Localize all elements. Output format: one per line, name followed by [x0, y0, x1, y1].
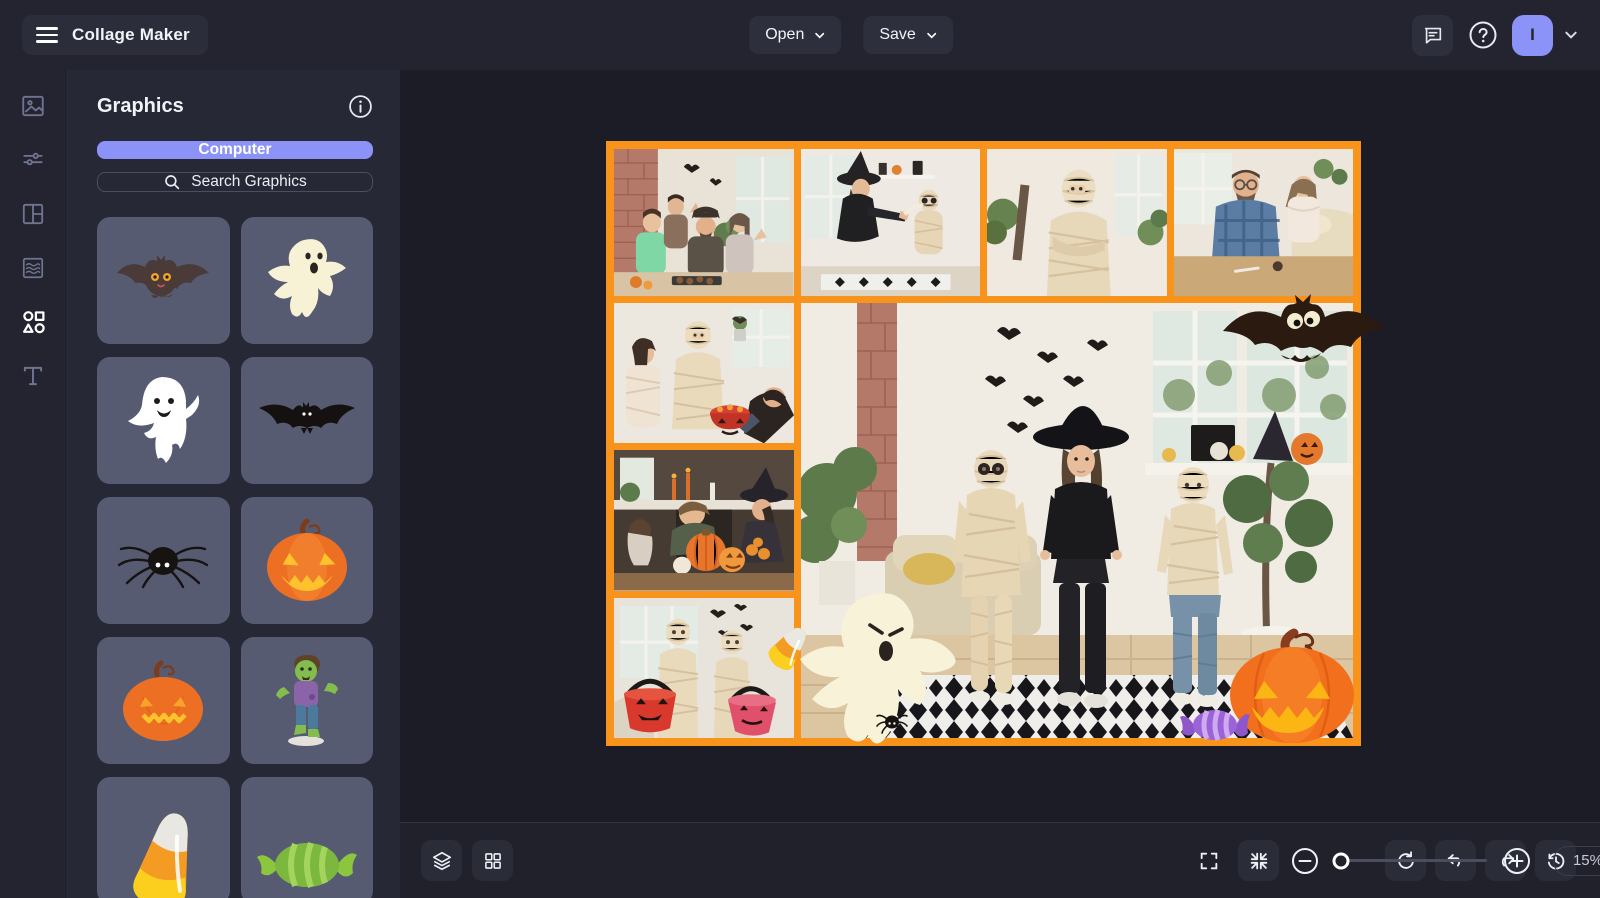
graphic-tile-green-candy[interactable] [240, 777, 373, 898]
file-actions: Open Save [749, 16, 953, 54]
computer-source-button[interactable]: Computer [97, 141, 373, 159]
help-button[interactable] [1462, 15, 1503, 56]
black-bat-icon [258, 401, 355, 434]
panel-title: Graphics [97, 95, 184, 117]
cream-ghost-icon [267, 238, 346, 317]
search-graphics-button[interactable]: Search Graphics [97, 172, 373, 192]
chevron-down-icon [926, 32, 936, 39]
graphic-tile-black-bat[interactable] [240, 357, 373, 484]
help-question-icon [1469, 21, 1496, 49]
sticker-candy-corn[interactable] [766, 623, 812, 671]
open-button[interactable]: Open [749, 16, 842, 54]
graphic-tile-spider[interactable] [97, 497, 230, 624]
layers-icon [432, 851, 451, 870]
search-icon [165, 175, 180, 190]
zoom-out-button[interactable] [1288, 844, 1322, 878]
topbar-right: I [1412, 14, 1578, 56]
graphic-tile-jack-o-lantern[interactable] [240, 497, 373, 624]
main-menu-button[interactable]: Collage Maker [22, 15, 208, 55]
workspace [400, 70, 1600, 898]
jack-o-lantern-icon [266, 518, 347, 601]
sticker-small-spider[interactable] [876, 709, 908, 735]
avatar-initial: I [1530, 25, 1535, 44]
fit-screen-button[interactable] [1188, 840, 1229, 881]
spider-icon [118, 546, 209, 588]
photo-mummies-candy-bowl[interactable] [614, 303, 794, 444]
rail-item-graphics[interactable] [13, 302, 53, 342]
layers-button[interactable] [421, 840, 462, 881]
collage[interactable] [606, 141, 1385, 746]
rail-item-layout[interactable] [13, 194, 53, 234]
zoom-controls [1188, 840, 1600, 881]
fullscreen-icon [1200, 852, 1217, 869]
sticker-big-bat[interactable] [1219, 293, 1387, 373]
grid-view-button[interactable] [472, 840, 513, 881]
feedback-bubble-icon [1424, 27, 1441, 44]
texture-icon [22, 257, 43, 279]
graphic-tile-cream-ghost[interactable] [240, 217, 373, 344]
rail-item-adjust[interactable] [13, 140, 53, 180]
fit-collapse-icon [1250, 852, 1267, 869]
layout-icon [22, 203, 43, 225]
graphic-tile-white-ghost[interactable] [97, 357, 230, 484]
sliders-icon [22, 152, 43, 166]
hamburger-icon [36, 27, 58, 43]
photo-witch-wrapping-mummy[interactable] [800, 149, 980, 296]
sticker-candy[interactable] [1180, 705, 1250, 745]
rail-item-photos[interactable] [13, 86, 53, 126]
grid-icon [484, 852, 501, 869]
collage-maker-app: Collage Maker Open Save I Graphics Compu… [0, 0, 1600, 898]
graphic-tile-brown-bat[interactable] [97, 217, 230, 344]
chevron-down-icon [815, 32, 825, 39]
avatar[interactable]: I [1512, 14, 1553, 56]
bottom-toolbar [400, 822, 1600, 898]
account-menu-chevron[interactable] [1564, 28, 1578, 42]
chevron-down-icon [1565, 31, 1577, 39]
info-button[interactable] [348, 94, 373, 119]
feedback-button[interactable] [1412, 14, 1453, 56]
shapes-icon [22, 311, 45, 334]
canvas-area [400, 70, 1600, 822]
rail-item-text[interactable] [13, 356, 53, 396]
tool-rail [0, 70, 66, 898]
app-title: Collage Maker [72, 25, 190, 44]
fit-selection-button[interactable] [1238, 840, 1279, 881]
graphics-grid [97, 217, 373, 898]
pumpkin-icon [123, 660, 204, 741]
zombie-boy-icon [275, 654, 338, 746]
zoom-slider[interactable] [1332, 852, 1487, 870]
graphic-tile-pumpkin[interactable] [97, 637, 230, 764]
photo-mummy-portrait[interactable] [987, 149, 1167, 296]
green-candy-icon [256, 841, 357, 888]
text-icon [23, 366, 42, 386]
info-icon [349, 95, 372, 118]
topbar: Collage Maker Open Save I [0, 0, 1600, 70]
graphic-tile-candy-corn[interactable] [97, 777, 230, 898]
rail-item-background[interactable] [13, 248, 53, 288]
photo-pumpkin-carving[interactable] [614, 450, 794, 591]
graphics-panel: Graphics Computer Search Graphics [66, 70, 400, 898]
save-button[interactable]: Save [863, 16, 953, 54]
search-graphics-label: Search Graphics [191, 173, 307, 190]
zoom-level-field[interactable] [1553, 845, 1600, 876]
photo-family-cookies[interactable] [614, 149, 794, 296]
zoom-in-button[interactable] [1500, 844, 1534, 878]
photo-dad-crafting[interactable] [1173, 149, 1353, 296]
zoom-in-icon [1504, 847, 1530, 874]
zoom-out-icon [1292, 847, 1318, 874]
zoom-slider-handle[interactable] [1332, 852, 1350, 869]
image-icon [21, 95, 44, 117]
white-ghost-icon [128, 376, 200, 463]
brown-bat-icon [117, 254, 210, 298]
candy-corn-icon [133, 812, 188, 898]
graphic-tile-zombie[interactable] [240, 637, 373, 764]
